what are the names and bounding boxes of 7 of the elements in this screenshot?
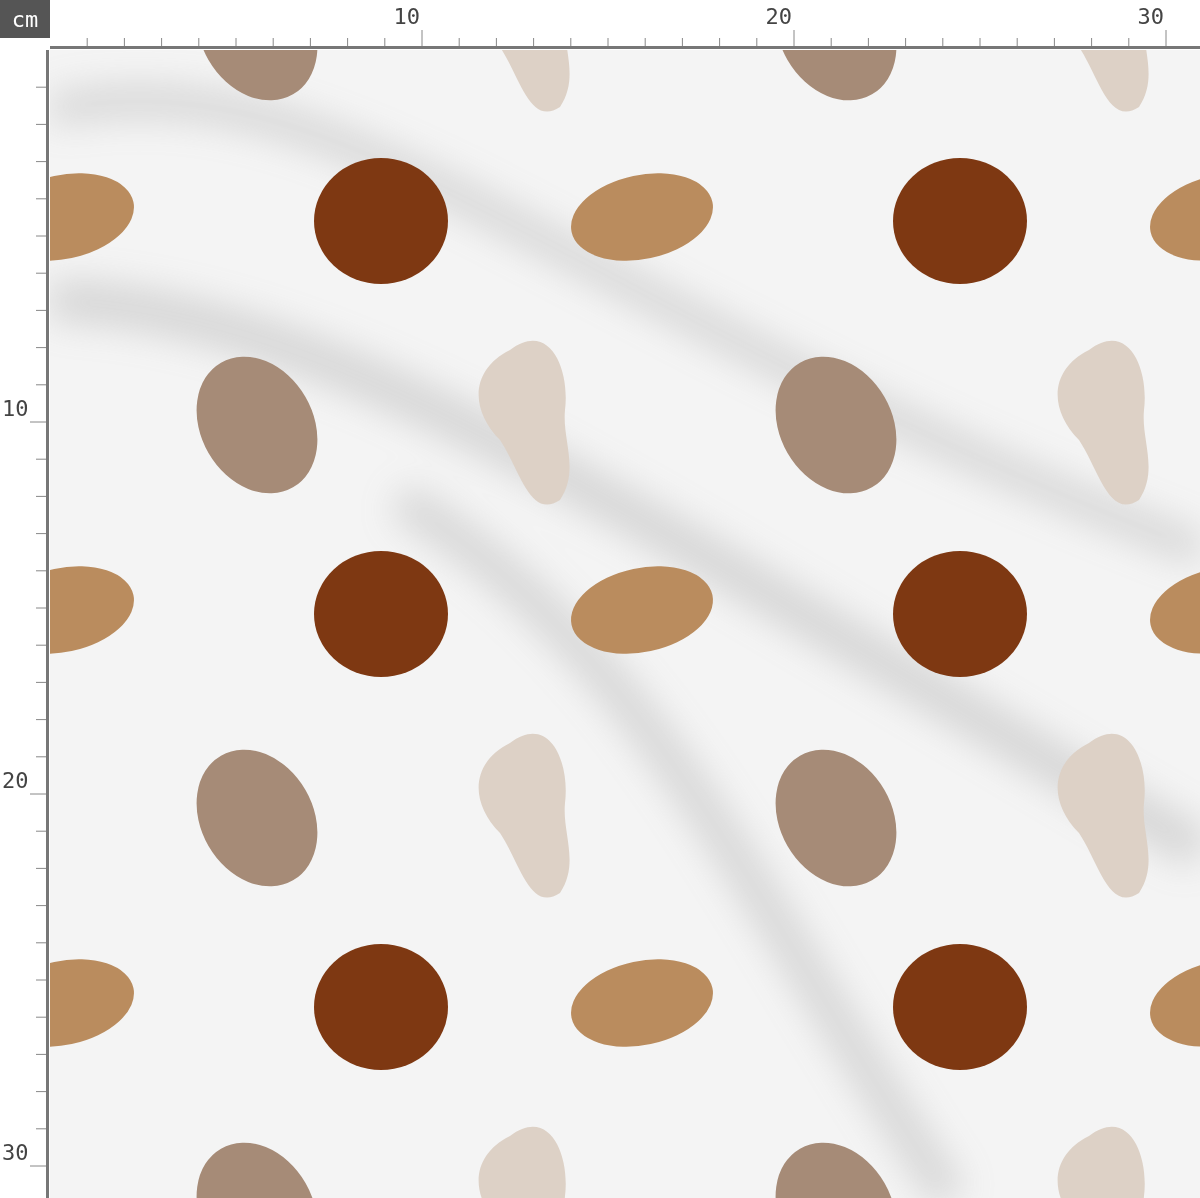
ruler-label: 30: [2, 1140, 30, 1165]
unit-label: cm: [0, 0, 50, 38]
ruler-label: 10: [2, 396, 30, 421]
ruler-label: 20: [2, 768, 30, 793]
ruler-label: 30: [1136, 4, 1164, 29]
ruler-label: 20: [764, 4, 792, 29]
ruler-label: 10: [392, 4, 420, 29]
